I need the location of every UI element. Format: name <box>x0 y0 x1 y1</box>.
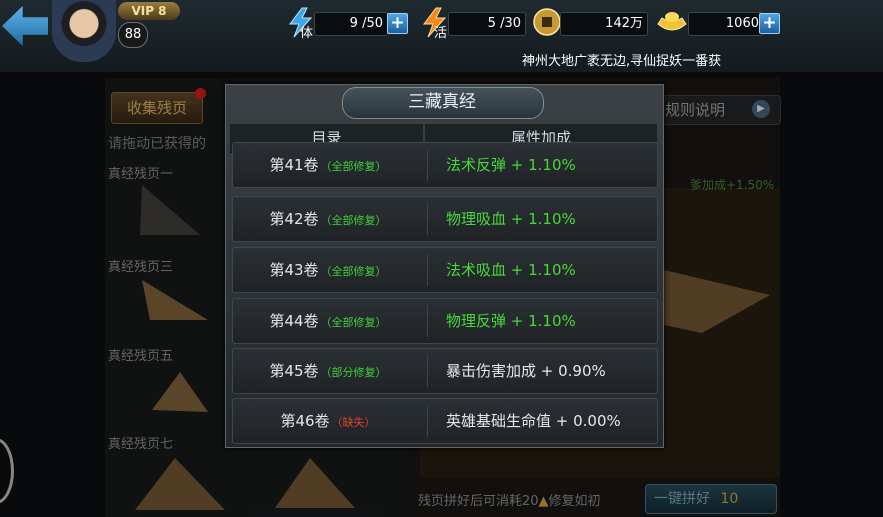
coin-value: 142万 <box>560 12 648 36</box>
column-divider <box>427 203 428 235</box>
add-gold-button[interactable]: + <box>759 13 780 34</box>
stamina-label: 体 <box>300 26 314 41</box>
attribute-bonus: 物理吸血 + 1.10% <box>446 210 576 228</box>
volume-list[interactable]: 第41卷 （全部修复） 法术反弹 + 1.10% 第42卷 （全部修复） 物理吸血 + 1… <box>232 142 658 444</box>
table-row[interactable]: 第43卷 （全部修复） 法术吸血 + 1.10% <box>232 247 658 293</box>
gold-ingot-icon <box>657 12 687 31</box>
table-row[interactable]: 第46卷 （缺失） 英雄基础生命值 + 0.00% <box>232 398 658 444</box>
vigor-value: 5 /30 <box>448 12 526 36</box>
volume-name: 第41卷 <box>269 156 319 174</box>
repair-status: （全部修复） <box>320 265 387 278</box>
column-divider <box>427 254 428 286</box>
attribute-bonus: 英雄基础生命值 + 0.00% <box>446 412 621 430</box>
attribute-bonus: 暴击伤害加成 + 0.90% <box>446 362 606 380</box>
stamina-value: 9 /50 <box>314 12 388 36</box>
column-divider <box>427 405 428 437</box>
table-row[interactable]: 第44卷 （全部修复） 物理反弹 + 1.10% <box>232 298 658 344</box>
attribute-bonus: 法术反弹 + 1.10% <box>446 156 576 174</box>
volume-name: 第45卷 <box>269 362 319 380</box>
repair-status: （全部修复） <box>320 160 387 173</box>
volume-cell: 第46卷 （缺失） <box>233 399 423 443</box>
attribute-bonus: 法术吸血 + 1.10% <box>446 261 576 279</box>
copper-coin-icon <box>533 8 561 36</box>
vip-badge: VIP 8 <box>118 2 180 20</box>
volume-cell: 第43卷 （全部修复） <box>233 248 423 292</box>
add-stamina-button[interactable]: + <box>387 13 408 34</box>
gold-value: 1060 <box>688 12 764 36</box>
vigor-label: 活 <box>434 26 448 41</box>
table-row[interactable]: 第41卷 （全部修复） 法术反弹 + 1.10% <box>232 142 658 188</box>
volume-cell: 第45卷 （部分修复） <box>233 349 423 393</box>
player-level: 88 <box>118 22 148 48</box>
volume-cell: 第42卷 （全部修复） <box>233 197 423 241</box>
repair-status: （全部修复） <box>320 214 387 227</box>
column-divider <box>427 149 428 181</box>
volume-name: 第42卷 <box>269 210 319 228</box>
column-divider <box>427 305 428 337</box>
avatar[interactable] <box>52 0 116 62</box>
modal-title: 三藏真经 <box>408 92 476 112</box>
marquee-text: 神州大地广袤无边,寻仙捉妖一番获 <box>522 54 722 69</box>
volume-name: 第43卷 <box>269 261 319 279</box>
volume-cell: 第41卷 （全部修复） <box>233 143 423 187</box>
repair-status: （部分修复） <box>320 366 387 379</box>
volume-name: 第46卷 <box>280 412 330 430</box>
repair-status: （全部修复） <box>320 316 387 329</box>
volume-name: 第44卷 <box>269 312 319 330</box>
volume-cell: 第44卷 （全部修复） <box>233 299 423 343</box>
table-row[interactable]: 第45卷 （部分修复） 暴击伤害加成 + 0.90% <box>232 348 658 394</box>
repair-status: （缺失） <box>331 416 376 429</box>
table-row[interactable]: 第42卷 （全部修复） 物理吸血 + 1.10% <box>232 196 658 242</box>
attribute-bonus: 物理反弹 + 1.10% <box>446 312 576 330</box>
column-divider <box>427 355 428 387</box>
